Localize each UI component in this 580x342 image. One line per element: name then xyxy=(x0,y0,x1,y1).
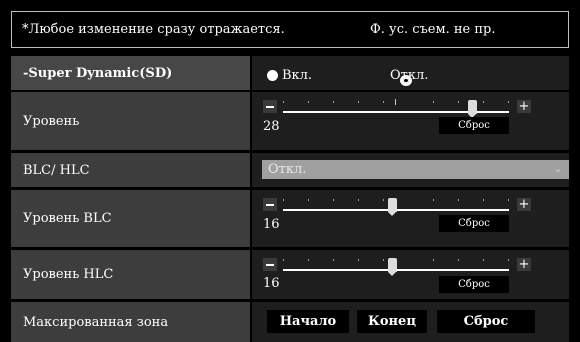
super-dynamic-on-radio[interactable]: Вкл. xyxy=(267,68,312,83)
mask-zone-label: Максированная зона xyxy=(11,302,250,342)
radio-checked-icon xyxy=(400,75,412,86)
level-label: Уровень xyxy=(11,92,250,150)
hlc-level-value: 16 xyxy=(263,276,280,291)
blc-level-label: Уровень BLC xyxy=(11,190,250,247)
chevron-down-icon: ⌄ xyxy=(552,161,563,175)
super-dynamic-off-radio[interactable]: Откл. xyxy=(390,68,428,86)
mask-zone-end-button[interactable]: Конец xyxy=(357,310,427,333)
super-dynamic-control: Вкл. Откл. xyxy=(252,56,569,90)
blc-level-slider-handle[interactable] xyxy=(388,198,397,216)
super-dynamic-row: -Super Dynamic(SD) Вкл. Откл. xyxy=(11,56,569,90)
super-dynamic-label: -Super Dynamic(SD) xyxy=(11,56,250,90)
blc-hlc-select[interactable]: Откл. ⌄ xyxy=(262,160,569,179)
level-slider-handle[interactable] xyxy=(468,100,477,118)
level-control: + 28 Сброс xyxy=(252,92,569,150)
notice-aux-text: Ф. ус. съем. не пр. xyxy=(370,22,496,37)
minus-icon[interactable] xyxy=(263,100,277,113)
notice-text: *Любое изменение сразу отражается. xyxy=(22,22,285,37)
super-dynamic-on-label: Вкл. xyxy=(282,68,313,83)
blc-level-reset-button[interactable]: Сброс xyxy=(439,215,509,232)
mask-zone-reset-button[interactable]: Сброс xyxy=(437,310,535,333)
plus-icon[interactable]: + xyxy=(517,258,531,271)
hlc-level-slider[interactable] xyxy=(283,258,509,276)
mask-zone-row: Максированная зона Начало Конец Сброс xyxy=(11,302,569,342)
level-row: Уровень + 28 Сброс xyxy=(11,92,569,150)
blc-hlc-selected-value: Откл. xyxy=(268,162,307,177)
hlc-level-row: Уровень HLC + 16 Сброс xyxy=(11,250,569,299)
level-value: 28 xyxy=(263,119,280,134)
minus-icon[interactable] xyxy=(263,198,277,211)
plus-icon[interactable]: + xyxy=(517,198,531,211)
plus-icon[interactable]: + xyxy=(517,100,531,113)
minus-icon[interactable] xyxy=(263,258,277,271)
blc-level-value: 16 xyxy=(263,217,280,232)
mask-zone-control: Начало Конец Сброс xyxy=(252,302,569,342)
blc-level-control: + 16 Сброс xyxy=(252,190,569,247)
radio-unchecked-icon xyxy=(267,70,278,81)
notice-bar: *Любое изменение сразу отражается. Ф. ус… xyxy=(11,11,569,48)
hlc-level-label: Уровень HLC xyxy=(11,250,250,299)
blc-level-row: Уровень BLC + 16 Сброс xyxy=(11,190,569,247)
hlc-level-control: + 16 Сброс xyxy=(252,250,569,299)
level-slider[interactable] xyxy=(283,99,509,118)
blc-hlc-label: BLC/ HLC xyxy=(11,153,250,187)
blc-hlc-control: Откл. ⌄ xyxy=(252,153,569,187)
mask-zone-start-button[interactable]: Начало xyxy=(267,310,349,333)
hlc-level-reset-button[interactable]: Сброс xyxy=(439,276,509,293)
blc-level-slider[interactable] xyxy=(283,198,509,216)
blc-hlc-row: BLC/ HLC Откл. ⌄ xyxy=(11,153,569,187)
hlc-level-slider-handle[interactable] xyxy=(388,258,397,276)
level-reset-button[interactable]: Сброс xyxy=(439,117,509,134)
